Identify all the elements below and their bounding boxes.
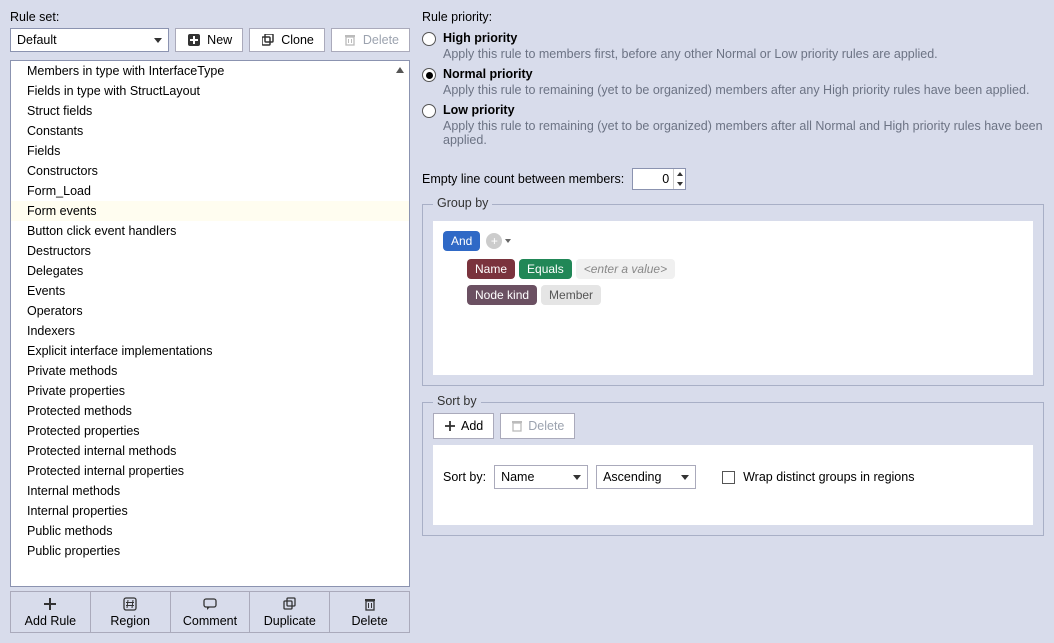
- region-button[interactable]: Region: [91, 592, 171, 632]
- wrap-checkbox[interactable]: [722, 471, 735, 484]
- new-ruleset-button[interactable]: New: [175, 28, 243, 52]
- bottom-toolbar: Add Rule Region Comment Duplicate Delete: [10, 591, 410, 633]
- add-rule-button[interactable]: Add Rule: [11, 592, 91, 632]
- wrap-label: Wrap distinct groups in regions: [743, 470, 914, 484]
- duplicate-button[interactable]: Duplicate: [250, 592, 330, 632]
- list-item[interactable]: Struct fields: [11, 101, 409, 121]
- radio-high[interactable]: [422, 32, 436, 46]
- add-condition-icon[interactable]: +: [486, 233, 502, 249]
- ruleset-value: Default: [17, 33, 57, 47]
- list-item[interactable]: Private properties: [11, 381, 409, 401]
- plus-icon: [444, 420, 456, 432]
- list-item[interactable]: Protected internal methods: [11, 441, 409, 461]
- list-item[interactable]: Events: [11, 281, 409, 301]
- comment-button[interactable]: Comment: [171, 592, 251, 632]
- trash-icon: [511, 420, 523, 432]
- normal-desc: Apply this rule to remaining (yet to be …: [443, 83, 1029, 97]
- spin-down-icon[interactable]: [673, 179, 685, 189]
- list-item[interactable]: Fields: [11, 141, 409, 161]
- low-title: Low priority: [443, 103, 515, 117]
- chevron-down-icon: [154, 38, 162, 43]
- spin-up-icon[interactable]: [673, 169, 685, 179]
- list-item[interactable]: Internal properties: [11, 501, 409, 521]
- empty-line-stepper[interactable]: 0: [632, 168, 686, 190]
- dropdown-caret-icon[interactable]: [505, 239, 511, 243]
- list-item[interactable]: Explicit interface implementations: [11, 341, 409, 361]
- low-desc: Apply this rule to remaining (yet to be …: [443, 119, 1044, 147]
- list-item[interactable]: Fields in type with StructLayout: [11, 81, 409, 101]
- list-item[interactable]: Public methods: [11, 521, 409, 541]
- clone-icon: [260, 32, 276, 48]
- tag-value-input[interactable]: <enter a value>: [576, 259, 675, 279]
- radio-normal[interactable]: [422, 68, 436, 82]
- sortby-field-dropdown[interactable]: Name: [494, 465, 588, 489]
- plus-box-icon: [186, 32, 202, 48]
- plus-icon: [42, 596, 58, 612]
- delete-button[interactable]: Delete: [330, 592, 409, 632]
- normal-title: Normal priority: [443, 67, 533, 81]
- chevron-down-icon: [573, 475, 581, 480]
- clone-ruleset-button[interactable]: Clone: [249, 28, 325, 52]
- ruleset-dropdown[interactable]: Default: [10, 28, 169, 52]
- sortby-section: Sort by Add Delete Sort by: Name: [422, 402, 1044, 536]
- comment-icon: [202, 596, 218, 612]
- list-item[interactable]: Operators: [11, 301, 409, 321]
- groupby-section: Group by And + Name Equals <enter a valu…: [422, 204, 1044, 386]
- ruleset-label: Rule set:: [10, 10, 410, 24]
- list-item[interactable]: Internal methods: [11, 481, 409, 501]
- list-item[interactable]: Protected internal properties: [11, 461, 409, 481]
- list-item[interactable]: Members in type with InterfaceType: [11, 61, 409, 81]
- chevron-down-icon: [681, 475, 689, 480]
- list-item[interactable]: Button click event handlers: [11, 221, 409, 241]
- tag-and[interactable]: And: [443, 231, 480, 251]
- delete-sort-button[interactable]: Delete: [500, 413, 575, 439]
- empty-line-label: Empty line count between members:: [422, 172, 624, 186]
- trash-icon: [362, 596, 378, 612]
- hash-icon: [122, 596, 138, 612]
- list-item[interactable]: Delegates: [11, 261, 409, 281]
- trash-icon: [342, 32, 358, 48]
- sortby-title: Sort by: [433, 394, 481, 408]
- priority-label: Rule priority:: [422, 10, 1044, 24]
- list-item[interactable]: Destructors: [11, 241, 409, 261]
- list-item[interactable]: Protected methods: [11, 401, 409, 421]
- list-item[interactable]: Protected properties: [11, 421, 409, 441]
- sortby-dir-dropdown[interactable]: Ascending: [596, 465, 696, 489]
- list-item[interactable]: Constants: [11, 121, 409, 141]
- list-item[interactable]: Indexers: [11, 321, 409, 341]
- list-item[interactable]: Form events: [11, 201, 409, 221]
- tag-equals[interactable]: Equals: [519, 259, 572, 279]
- groupby-title: Group by: [433, 196, 492, 210]
- empty-line-value: 0: [633, 172, 673, 186]
- high-title: High priority: [443, 31, 517, 45]
- rule-list[interactable]: Members in type with InterfaceTypeFields…: [10, 60, 410, 587]
- scroll-up-icon[interactable]: [393, 63, 407, 77]
- tag-member[interactable]: Member: [541, 285, 601, 305]
- tag-name[interactable]: Name: [467, 259, 515, 279]
- sortby-label: Sort by:: [443, 470, 486, 484]
- duplicate-icon: [282, 596, 298, 612]
- high-desc: Apply this rule to members first, before…: [443, 47, 938, 61]
- add-sort-button[interactable]: Add: [433, 413, 494, 439]
- delete-ruleset-button[interactable]: Delete: [331, 28, 410, 52]
- list-item[interactable]: Public properties: [11, 541, 409, 561]
- list-item[interactable]: Private methods: [11, 361, 409, 381]
- radio-low[interactable]: [422, 104, 436, 118]
- list-item[interactable]: Constructors: [11, 161, 409, 181]
- list-item[interactable]: Form_Load: [11, 181, 409, 201]
- tag-nodekind[interactable]: Node kind: [467, 285, 537, 305]
